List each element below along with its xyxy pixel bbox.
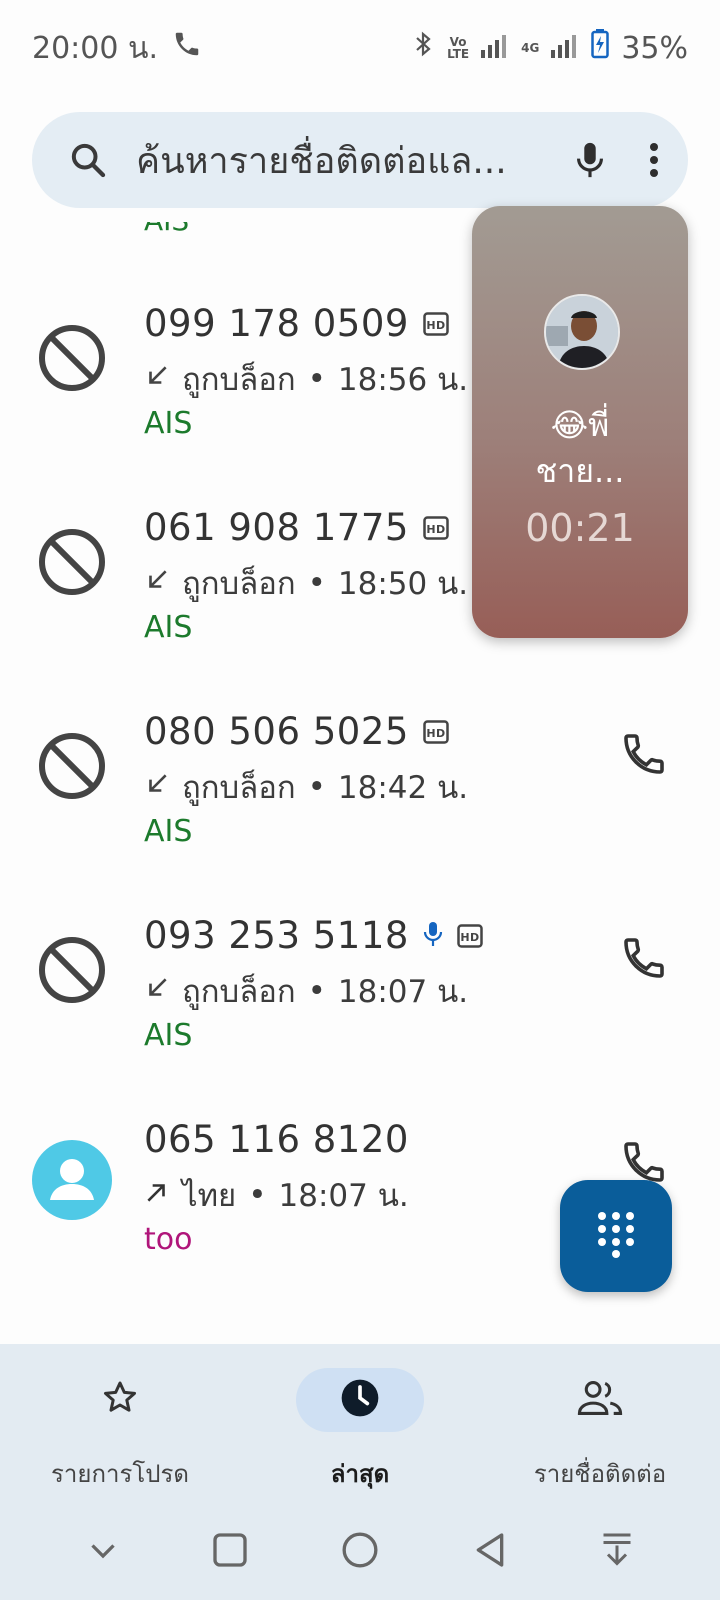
status-time: 20:00 น. [32, 30, 159, 66]
nav-favorites[interactable]: รายการโปรด [0, 1368, 240, 1488]
call-time: 18:07 น. [278, 1178, 409, 1214]
svg-text:HD: HD [426, 523, 445, 536]
signal-icon [481, 31, 509, 66]
blocked-icon [36, 526, 108, 598]
status-bar: 20:00 น. Vo LTE 4G 35% [0, 0, 720, 96]
incoming-arrow-icon [144, 565, 170, 601]
nav-recents[interactable]: ล่าสุด [240, 1368, 480, 1488]
star-icon [100, 1378, 140, 1422]
network-type-icon: 4G [521, 41, 540, 55]
hd-icon: HD [423, 506, 449, 549]
bluetooth-icon [411, 30, 435, 66]
nav-favorites-label: รายการโปรด [51, 1460, 189, 1488]
call-timer: 00:21 [525, 506, 635, 550]
blocked-icon [36, 322, 108, 394]
call-time: 18:07 น. [337, 974, 469, 1010]
nav-recents-label: ล่าสุด [330, 1460, 390, 1488]
hd-icon: HD [457, 914, 483, 957]
caller-avatar [544, 294, 620, 370]
search-icon [68, 140, 108, 180]
system-navigation-bar [0, 1504, 720, 1600]
call-log-row[interactable]: 080 506 5025 HD ถูกบล็อก • 18:42 น. AIS [0, 710, 720, 910]
ongoing-call-bubble[interactable]: 😂พี่ ชาย... 00:21 [472, 206, 688, 638]
incoming-arrow-icon [144, 361, 170, 397]
notification-pull-down-icon[interactable] [599, 1530, 635, 1574]
volte-icon: Vo LTE [447, 35, 470, 61]
dialpad-button[interactable] [560, 1180, 672, 1292]
partial-carrier-label: AIS [144, 222, 224, 236]
svg-text:HD: HD [426, 727, 445, 740]
nav-contacts[interactable]: รายชื่อติดต่อ [480, 1368, 720, 1488]
caller-name: 😂พี่ ชาย... [535, 406, 625, 490]
hd-icon: HD [423, 302, 449, 345]
incoming-arrow-icon [144, 973, 170, 1009]
chevron-down-icon[interactable] [85, 1532, 121, 1572]
call-recording-mic-icon [423, 914, 443, 957]
search-bar[interactable]: ค้นหารายชื่อติดต่อแล... [32, 112, 688, 208]
call-number: 061 908 1775 [144, 506, 409, 549]
separator: • [307, 769, 326, 805]
call-number: 065 116 8120 [144, 1118, 409, 1161]
separator: • [307, 361, 326, 397]
phone-call-icon [172, 29, 202, 67]
more-options-icon[interactable] [648, 142, 660, 178]
back-icon[interactable] [470, 1530, 510, 1574]
search-input[interactable]: ค้นหารายชื่อติดต่อแล... [136, 132, 572, 189]
call-time: 18:56 น. [337, 362, 469, 398]
avatar[interactable] [32, 1140, 112, 1220]
blocked-icon [36, 934, 108, 1006]
battery-charging-icon [591, 29, 610, 67]
separator: • [307, 565, 326, 601]
carrier-label: AIS [144, 406, 193, 441]
incoming-arrow-icon [144, 769, 170, 805]
carrier-label: AIS [144, 610, 193, 645]
call-number: 099 178 0509 [144, 302, 409, 345]
nav-contacts-label: รายชื่อติดต่อ [533, 1460, 667, 1488]
carrier-label: AIS [144, 814, 193, 849]
call-status: ถูกบล็อก [182, 566, 296, 602]
clock-icon [338, 1376, 382, 1424]
hd-icon: HD [423, 710, 449, 753]
call-status: ถูกบล็อก [182, 770, 296, 806]
recent-apps-icon[interactable] [210, 1530, 250, 1574]
call-status: ไทย [182, 1178, 237, 1214]
call-log-row[interactable]: 093 253 5118 HD ถูกบล็อก • 18:07 น. AIS [0, 914, 720, 1114]
battery-level: 35% [621, 30, 688, 66]
call-back-icon[interactable] [620, 730, 676, 786]
blocked-icon [36, 730, 108, 802]
call-back-icon[interactable] [620, 934, 676, 990]
signal-icon-2 [551, 31, 579, 66]
separator: • [307, 973, 326, 1009]
call-status: ถูกบล็อก [182, 974, 296, 1010]
carrier-label: too [144, 1222, 193, 1257]
people-icon [576, 1378, 624, 1422]
dialpad-icon [596, 1210, 636, 1262]
outgoing-arrow-icon [144, 1177, 170, 1213]
separator: • [248, 1177, 267, 1213]
call-time: 18:50 น. [337, 566, 469, 602]
call-number: 080 506 5025 [144, 710, 409, 753]
carrier-label: AIS [144, 1018, 193, 1053]
svg-text:HD: HD [426, 319, 445, 332]
call-time: 18:42 น. [337, 770, 469, 806]
call-status: ถูกบล็อก [182, 362, 296, 398]
call-number: 093 253 5118 [144, 914, 409, 957]
home-icon[interactable] [340, 1530, 380, 1574]
svg-text:HD: HD [460, 931, 479, 944]
microphone-icon[interactable] [572, 140, 608, 180]
